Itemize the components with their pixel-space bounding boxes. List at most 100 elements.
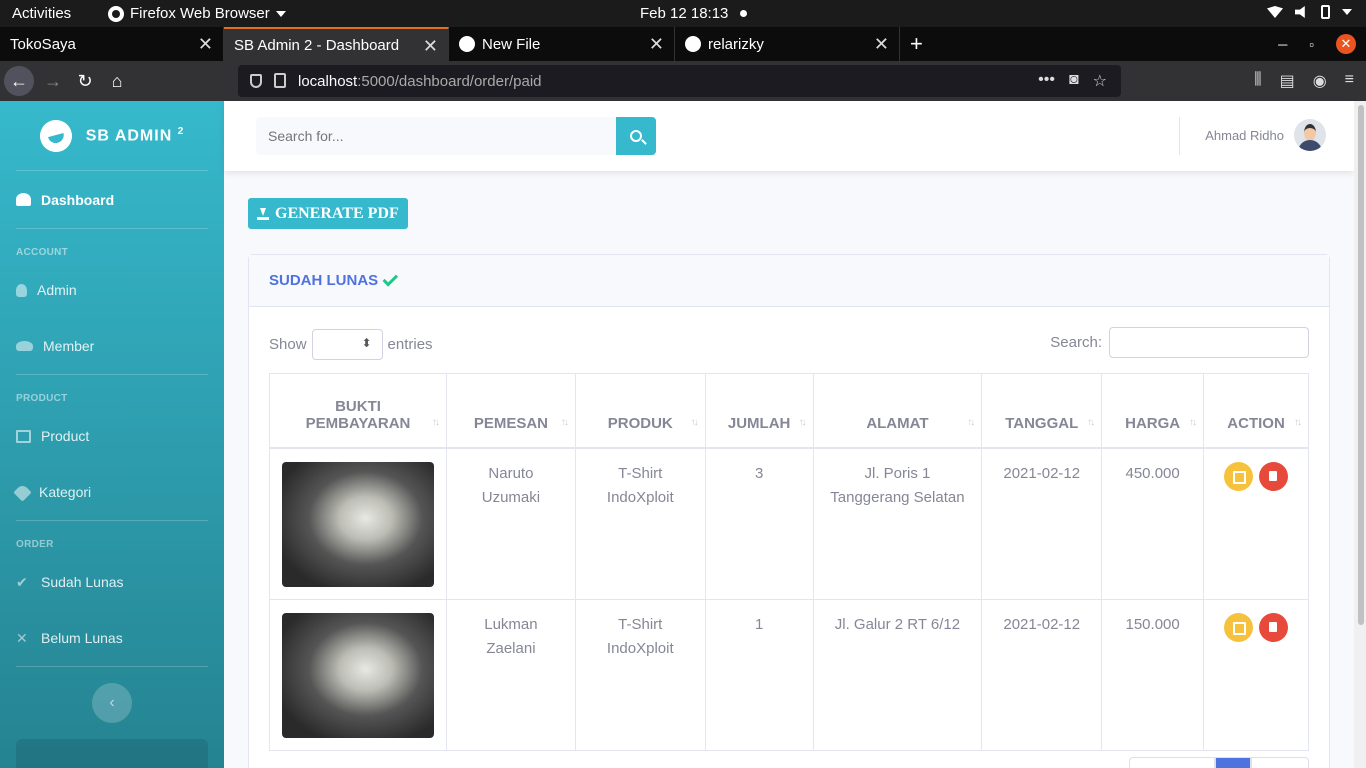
search-label: Search: — [1050, 334, 1102, 351]
topbar-search — [256, 117, 656, 155]
payment-proof-image[interactable] — [282, 461, 434, 587]
sidebar-item-belum-lunas[interactable]: ✕ Belum Lunas — [0, 610, 224, 666]
sidebar-item-admin[interactable]: Admin — [0, 262, 224, 318]
card-title: SUDAH LUNAS — [269, 272, 379, 289]
app-name: Firefox Web Browser — [130, 5, 270, 22]
sidebar-heading: ORDER — [16, 539, 54, 550]
cell-alamat: Jl. Galur 2 RT 6/12 — [812, 598, 983, 751]
sort-icon: ↑↓ — [432, 416, 440, 428]
card-header: SUDAH LUNAS — [249, 255, 1329, 307]
account-icon[interactable]: ◉ — [1313, 71, 1327, 91]
scrollbar-thumb[interactable] — [1358, 105, 1364, 625]
window-controls: ─ ▫ ✕ — [1278, 27, 1366, 61]
page-scrollbar[interactable] — [1354, 101, 1366, 768]
menu-icon[interactable]: ≡ — [1345, 71, 1354, 91]
sidebar-brand[interactable]: SB ADMIN 2 — [16, 101, 208, 171]
more-actions-icon[interactable]: ••• — [1038, 71, 1055, 91]
back-button[interactable]: ← — [4, 66, 34, 96]
search-button[interactable] — [616, 117, 656, 155]
tab-sb-admin[interactable]: SB Admin 2 - Dashboard ✕ — [224, 27, 449, 61]
laugh-wink-icon — [36, 115, 76, 156]
column-header[interactable]: HARGA ↑↓ — [1101, 373, 1205, 449]
cell-harga: 150.000 — [1101, 598, 1205, 751]
user-icon — [16, 283, 27, 297]
sidebar-item-product[interactable]: Product — [0, 408, 224, 464]
sidebar-divider — [16, 666, 208, 667]
pagination — [1129, 757, 1309, 768]
column-header[interactable]: PEMESAN ↑↓ — [446, 373, 576, 449]
close-icon[interactable]: ✕ — [874, 34, 889, 55]
column-header[interactable]: TANGGAL ↑↓ — [981, 373, 1103, 449]
activities-button[interactable]: Activities — [12, 5, 71, 22]
app-menu[interactable]: Firefox Web Browser — [108, 5, 286, 22]
delete-button[interactable] — [1259, 612, 1289, 642]
tab-new-file[interactable]: New File ✕ — [449, 27, 675, 61]
window-close-button[interactable]: ✕ — [1336, 34, 1356, 54]
column-header[interactable]: PRODUK ↑↓ — [574, 373, 706, 449]
topbar-divider — [1179, 117, 1180, 155]
delete-button[interactable] — [1259, 461, 1289, 491]
cell-bukti — [269, 598, 447, 751]
close-icon[interactable]: ✕ — [423, 36, 438, 57]
search-input[interactable] — [256, 117, 616, 155]
sidebar: SB ADMIN 2 Dashboard ACCOUNT Admin Membe… — [0, 101, 224, 768]
edit-button[interactable] — [1223, 612, 1253, 642]
maximize-button[interactable]: ▫ — [1309, 37, 1314, 52]
topbar: Ahmad Ridho — [224, 101, 1354, 171]
column-header[interactable]: BUKTI PEMBAYARAN ↑↓ — [269, 373, 447, 449]
sidebar-item-label: Belum Lunas — [41, 630, 123, 646]
sidebar-toggle-icon[interactable]: ▤ — [1280, 71, 1295, 91]
pocket-icon[interactable]: ◙ — [1069, 71, 1079, 91]
close-icon[interactable]: ✕ — [649, 34, 664, 55]
tag-icon — [13, 482, 32, 502]
show-label: Show — [269, 336, 307, 353]
edit-button[interactable] — [1223, 461, 1253, 491]
table-header-row: BUKTI PEMBAYARAN ↑↓ PEMESAN ↑↓ PRODUK ↑↓ JU… — [269, 373, 1309, 449]
cell-pemesan: Naruto Uzumaki — [446, 447, 576, 600]
cell-action — [1203, 447, 1309, 600]
sidebar-item-kategori[interactable]: Kategori — [0, 464, 224, 520]
minimize-button[interactable]: ─ — [1278, 37, 1287, 52]
home-button[interactable]: ⌂ — [102, 66, 132, 96]
sidebar-item-label: Sudah Lunas — [41, 574, 124, 590]
sort-icon: ↑↓ — [1294, 416, 1302, 428]
pagination-next[interactable] — [1251, 757, 1309, 768]
sidebar-item-member[interactable]: Member — [0, 318, 224, 374]
search-icon — [630, 130, 642, 142]
forward-button[interactable]: → — [38, 66, 68, 96]
system-tray[interactable] — [1267, 5, 1352, 19]
sidebar-item-label: Product — [41, 428, 90, 444]
sidebar-item-dashboard[interactable]: Dashboard — [16, 171, 208, 229]
tab-title: SB Admin 2 - Dashboard — [234, 36, 400, 54]
generate-pdf-button[interactable]: GENERATE PDF — [248, 198, 408, 229]
user-name: Ahmad Ridho — [1205, 127, 1284, 143]
reload-button[interactable]: ↻ — [70, 66, 100, 96]
payment-proof-image[interactable] — [282, 612, 434, 738]
clock[interactable]: Feb 12 18:13 — [640, 5, 728, 22]
column-header[interactable]: ALAMAT ↑↓ — [812, 373, 983, 449]
pagination-current-page[interactable] — [1215, 757, 1251, 768]
firefox-icon — [108, 5, 124, 22]
column-header[interactable]: JUMLAH ↑↓ — [704, 373, 814, 449]
column-header[interactable]: ACTION ↑↓ — [1203, 373, 1309, 449]
table-search-input[interactable] — [1109, 327, 1309, 358]
shield-icon[interactable] — [250, 74, 262, 88]
url-bar[interactable]: localhost :5000/dashboard/order/paid •••… — [238, 65, 1121, 97]
page-icon[interactable] — [274, 73, 286, 88]
tab-relarizky[interactable]: relarizky ✕ — [675, 27, 900, 61]
user-dropdown[interactable]: Ahmad Ridho — [1205, 119, 1326, 151]
entries-select[interactable] — [311, 329, 383, 360]
pagination-previous[interactable] — [1129, 757, 1215, 768]
tab-tokosaya[interactable]: TokoSaya ✕ — [0, 27, 224, 61]
sidebar-toggle-button[interactable]: ‹ — [92, 683, 132, 723]
new-tab-button[interactable]: + — [900, 27, 933, 61]
check-icon — [382, 270, 399, 287]
table-row: Naruto Uzumaki T-Shirt IndoXploit 3 Jl. … — [269, 447, 1309, 600]
library-icon[interactable]: ⫼ — [1254, 71, 1261, 91]
sidebar-item-label: Admin — [37, 282, 77, 298]
sidebar-item-sudah-lunas[interactable]: ✔ Sudah Lunas — [0, 554, 224, 610]
bookmark-star-icon[interactable]: ☆ — [1093, 71, 1107, 91]
close-icon[interactable]: ✕ — [198, 34, 213, 55]
brand-text: SB ADMIN 2 — [85, 125, 185, 145]
sort-icon: ↑↓ — [798, 416, 807, 428]
